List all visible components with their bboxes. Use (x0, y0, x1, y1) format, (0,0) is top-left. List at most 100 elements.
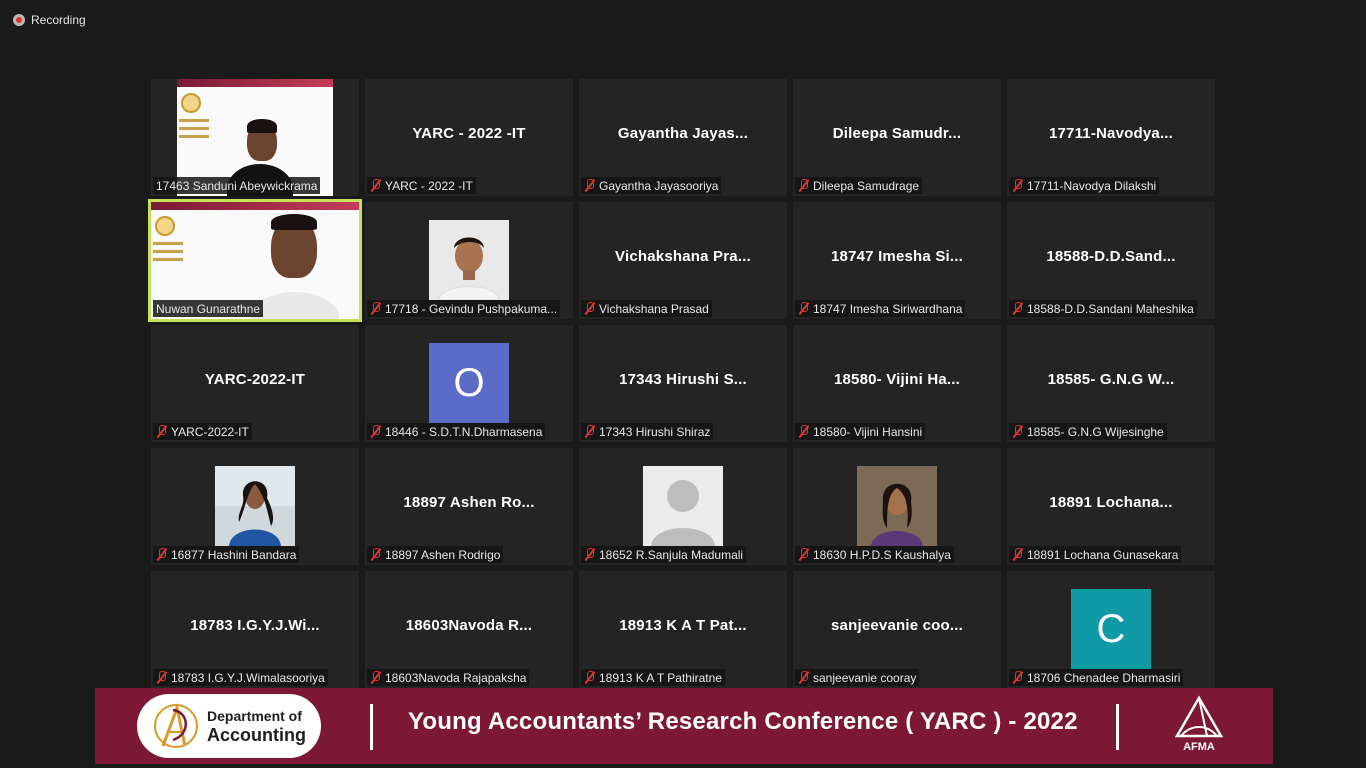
participant-name-label: 18580- Vijini Hansini (795, 423, 926, 440)
mic-muted-icon (156, 548, 168, 561)
participant-name-label: 18897 Ashen Rodrigo (367, 546, 504, 563)
participant-display-name: YARC-2022-IT (204, 371, 306, 388)
participant-name: 18652 R.Sanjula Madumali (599, 547, 744, 562)
participant-name: YARC-2022-IT (171, 424, 249, 439)
mic-muted-icon (1012, 425, 1024, 438)
participant-name-label: Dileepa Samudrage (795, 177, 923, 194)
logo-line-2: Accounting (207, 725, 306, 745)
participant-name: 18588-D.D.Sandani Maheshika (1027, 301, 1194, 316)
mic-muted-icon (156, 671, 168, 684)
participant-tile[interactable]: 18913 K A T Pat... 18913 K A T Pathiratne (579, 571, 787, 688)
participant-name-label: Nuwan Gunarathne (153, 300, 264, 317)
participant-tile[interactable]: 18747 Imesha Si... 18747 Imesha Siriwardh… (793, 202, 1001, 319)
participant-tile[interactable]: O 18446 - S.D.T.N.Dharmasena (365, 325, 573, 442)
participant-tile[interactable]: 18585- G.N.G W... 18585- G.N.G Wijesinghe (1007, 325, 1215, 442)
participant-name-label: 18585- G.N.G Wijesinghe (1009, 423, 1167, 440)
participant-name-label: 17463 Sanduni Abeywickrama (153, 177, 321, 194)
participant-tile[interactable]: 18580- Vijini Ha... 18580- Vijini Hansini (793, 325, 1001, 442)
participant-display-name: 18891 Lochana... (1049, 494, 1173, 511)
department-logo-mark-icon (154, 702, 198, 748)
participant-display-name: sanjeevanie coo... (831, 617, 963, 634)
banner-title: Young Accountants’ Research Conference (… (408, 708, 1078, 735)
participant-name: 18706 Chenadee Dharmasiri (1027, 670, 1181, 685)
participant-name-label: 16877 Hashini Bandara (153, 546, 300, 563)
participant-name-label: YARC-2022-IT (153, 423, 252, 440)
participant-name-label: 18783 I.G.Y.J.Wimalasooriya (153, 669, 328, 686)
participant-name: 18630 H.P.D.S Kaushalya (813, 547, 951, 562)
participant-display-name: Dileepa Samudr... (832, 125, 962, 142)
participant-name-label: 18446 - S.D.T.N.Dharmasena (367, 423, 546, 440)
mic-muted-icon (584, 425, 596, 438)
participant-tile[interactable]: 18891 Lochana... 18891 Lochana Gunasekara (1007, 448, 1215, 565)
participant-display-name: Gayantha Jayas... (617, 125, 749, 142)
participant-name: Dileepa Samudrage (813, 178, 920, 193)
mic-muted-icon (370, 302, 382, 315)
mic-muted-icon (370, 179, 382, 192)
conference-banner: Department of Accounting Young Accountan… (95, 688, 1273, 764)
participant-tile[interactable]: 17711-Navodya... 17711-Navodya Dilakshi (1007, 79, 1215, 196)
participant-photo (429, 220, 509, 300)
participant-display-name: 17711-Navodya... (1048, 125, 1174, 142)
default-avatar-icon (643, 466, 723, 546)
participant-tile[interactable]: 17343 Hirushi S... 17343 Hirushi Shiraz (579, 325, 787, 442)
mic-muted-icon (1012, 179, 1024, 192)
participant-name: 18580- Vijini Hansini (813, 424, 923, 439)
participant-name: 18585- G.N.G Wijesinghe (1027, 424, 1164, 439)
participant-tile[interactable]: Vichakshana Pra... Vichakshana Prasad (579, 202, 787, 319)
recording-indicator[interactable]: Recording (13, 12, 86, 28)
participant-tile[interactable]: 18630 H.P.D.S Kaushalya (793, 448, 1001, 565)
participant-tile[interactable]: 17463 Sanduni Abeywickrama (151, 79, 359, 196)
participant-name: 18913 K A T Pathiratne (599, 670, 722, 685)
participant-name-label: YARC - 2022 -IT (367, 177, 476, 194)
participant-initial-avatar: O (429, 343, 509, 423)
participant-name: 17711-Navodya Dilakshi (1027, 178, 1157, 193)
participant-name-label: Gayantha Jayasooriya (581, 177, 722, 194)
participant-display-name: 18747 Imesha Si... (830, 248, 963, 265)
participant-name: YARC - 2022 -IT (385, 178, 473, 193)
participant-tile[interactable]: Gayantha Jayas... Gayantha Jayasooriya (579, 79, 787, 196)
mic-muted-icon (584, 302, 596, 315)
participant-name-label: 18588-D.D.Sandani Maheshika (1009, 300, 1197, 317)
participant-name-label: 18652 R.Sanjula Madumali (581, 546, 747, 563)
mic-muted-icon (156, 425, 168, 438)
participant-name: 18747 Imesha Siriwardhana (813, 301, 963, 316)
participant-tile[interactable]: 18588-D.D.Sand... 18588-D.D.Sandani Mahes… (1007, 202, 1215, 319)
participant-display-name: 18913 K A T Pat... (619, 617, 747, 634)
participant-name: 18603Navoda Rajapaksha (385, 670, 527, 685)
participant-tile[interactable]: 18603Navoda R... 18603Navoda Rajapaksha (365, 571, 573, 688)
participant-tile[interactable]: 16877 Hashini Bandara (151, 448, 359, 565)
participant-tile[interactable]: Nuwan Gunarathne (148, 199, 362, 322)
participant-name: 17343 Hirushi Shiraz (599, 424, 711, 439)
mic-muted-icon (798, 548, 810, 561)
mic-muted-icon (1012, 548, 1024, 561)
participant-name: 18783 I.G.Y.J.Wimalasooriya (171, 670, 325, 685)
department-logo: Department of Accounting (137, 694, 321, 758)
banner-divider-left (370, 704, 373, 750)
participant-name: sanjeevanie cooray (813, 670, 917, 685)
mic-muted-icon (798, 302, 810, 315)
participant-name: 17718 - Gevindu Pushpakuma... (385, 301, 558, 316)
participant-name-label: 17711-Navodya Dilakshi (1009, 177, 1160, 194)
participant-display-name: 18783 I.G.Y.J.Wi... (190, 617, 320, 634)
participant-tile[interactable]: 18652 R.Sanjula Madumali (579, 448, 787, 565)
participant-display-name: 18603Navoda R... (405, 617, 533, 634)
participant-tile[interactable]: Dileepa Samudr... Dileepa Samudrage (793, 79, 1001, 196)
mic-muted-icon (1012, 302, 1024, 315)
mic-muted-icon (584, 548, 596, 561)
participant-tile[interactable]: YARC-2022-IT YARC-2022-IT (151, 325, 359, 442)
participant-tile[interactable]: YARC - 2022 -IT YARC - 2022 -IT (365, 79, 573, 196)
participant-name: 16877 Hashini Bandara (171, 547, 297, 562)
banner-divider-right (1116, 704, 1119, 750)
afma-logo-icon: AFMA (1174, 695, 1224, 753)
participant-name: Nuwan Gunarathne (156, 301, 261, 316)
participant-tile[interactable]: sanjeevanie coo... sanjeevanie cooray (793, 571, 1001, 688)
participant-display-name: 18897 Ashen Ro... (403, 494, 535, 511)
participant-tile[interactable]: 18783 I.G.Y.J.Wi... 18783 I.G.Y.J.Wimalas… (151, 571, 359, 688)
participant-name: 18897 Ashen Rodrigo (385, 547, 501, 562)
recording-icon (13, 14, 25, 26)
participant-tile[interactable]: C 18706 Chenadee Dharmasiri (1007, 571, 1215, 688)
participant-tile[interactable]: 17718 - Gevindu Pushpakuma... (365, 202, 573, 319)
participant-name-label: 18603Navoda Rajapaksha (367, 669, 530, 686)
participant-tile[interactable]: 18897 Ashen Ro... 18897 Ashen Rodrigo (365, 448, 573, 565)
participant-name: Vichakshana Prasad (599, 301, 709, 316)
